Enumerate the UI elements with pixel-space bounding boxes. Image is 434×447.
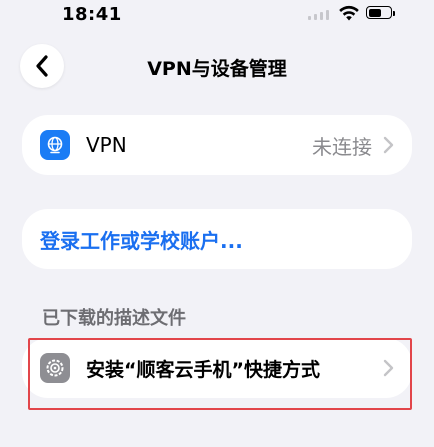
settings-gear-icon bbox=[40, 353, 70, 383]
login-row[interactable]: 登录工作或学校账户... bbox=[22, 209, 412, 269]
profile-install-label: 安装“顺客云手机”快捷方式 bbox=[86, 358, 320, 381]
screen: 18:41 VPN与设备管理 VPN 未连接 登录工作或学校账户... 已下载的… bbox=[0, 0, 434, 447]
cellular-signal-icon bbox=[308, 6, 329, 20]
vpn-row[interactable]: VPN 未连接 bbox=[22, 115, 412, 175]
wifi-icon bbox=[339, 5, 359, 21]
chevron-right-icon bbox=[383, 136, 394, 154]
vpn-globe-icon bbox=[40, 130, 70, 160]
login-group: 登录工作或学校账户... bbox=[22, 209, 412, 269]
status-time: 18:41 bbox=[62, 4, 122, 25]
profile-group: 安装“顺客云手机”快捷方式 bbox=[22, 338, 412, 398]
vpn-status-value: 未连接 bbox=[312, 134, 372, 159]
profile-row[interactable]: 安装“顺客云手机”快捷方式 bbox=[22, 338, 412, 398]
downloaded-profiles-header: 已下载的描述文件 bbox=[42, 308, 186, 329]
chevron-right-icon bbox=[383, 359, 394, 377]
page-title: VPN与设备管理 bbox=[147, 58, 287, 80]
vpn-group: VPN 未连接 bbox=[22, 115, 412, 175]
vpn-label: VPN bbox=[86, 133, 127, 157]
battery-icon bbox=[366, 6, 395, 19]
login-work-school-account-link[interactable]: 登录工作或学校账户... bbox=[40, 225, 243, 254]
